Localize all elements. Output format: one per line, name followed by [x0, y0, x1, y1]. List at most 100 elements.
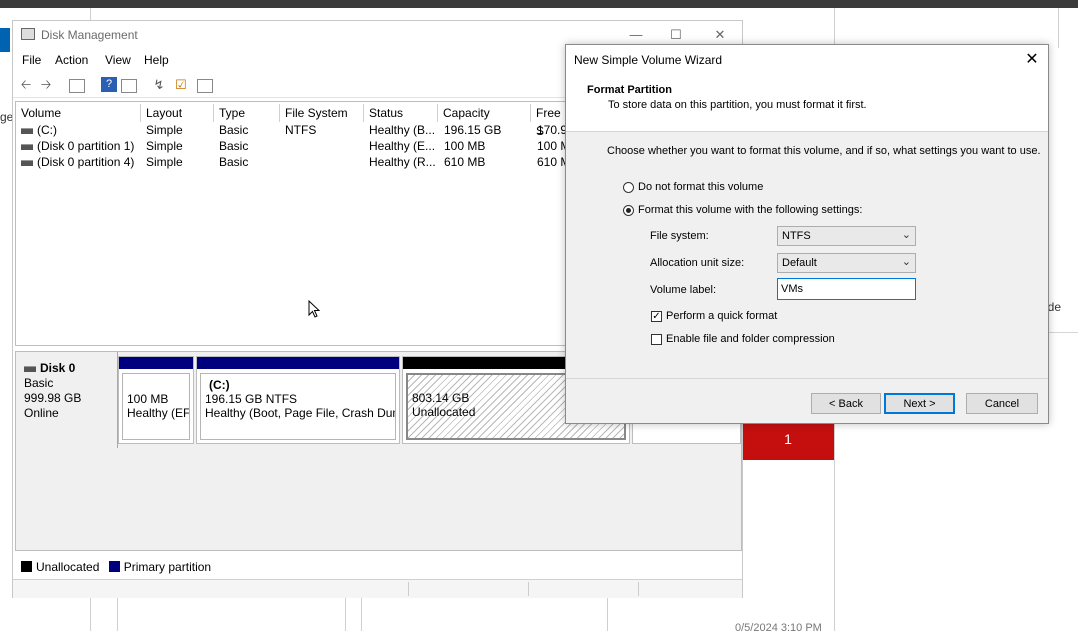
row-capacity: 100 MB	[444, 139, 486, 153]
primary-swatch	[108, 561, 120, 572]
menu-action[interactable]: Action	[55, 53, 88, 67]
grid-line	[345, 598, 346, 631]
disk-size: 999.98 GB	[24, 391, 82, 405]
console-tree-icon[interactable]	[69, 79, 85, 93]
row-type: Basic	[219, 123, 249, 137]
wizard-divider	[566, 378, 1048, 379]
legend: Unallocated Primary partition	[15, 557, 740, 575]
row-file-system: NTFS	[285, 123, 317, 137]
row-volume: (Disk 0 partition 1)	[37, 139, 135, 153]
help-icon[interactable]: ?	[101, 77, 117, 92]
disk-state: Online	[24, 406, 59, 420]
maximize-icon[interactable]: ☐	[661, 25, 691, 45]
grid-line	[607, 598, 608, 631]
wizard-page-subtitle: To store data on this partition, you mus…	[608, 99, 867, 111]
menu-view[interactable]: View	[105, 53, 131, 67]
drive-icon	[21, 143, 33, 150]
grid-line	[117, 598, 118, 631]
wizard-page-title: Format Partition	[587, 84, 672, 96]
disk-management-app-icon	[21, 28, 35, 40]
partition-bar	[119, 357, 193, 369]
grid-line	[90, 598, 91, 631]
file-system-select[interactable]: NTFS ⌄	[777, 226, 916, 246]
minimize-icon[interactable]: —	[621, 25, 651, 45]
file-system-value: NTFS	[782, 230, 811, 242]
quick-format-checkbox[interactable]: ✓	[651, 311, 662, 322]
partition-status: Healthy (Boot, Page File, Crash Dump	[205, 406, 396, 420]
wizard-instruction: Choose whether you want to format this v…	[607, 145, 1041, 157]
volume-label-label: Volume label:	[650, 284, 717, 296]
column-header-layout[interactable]: Layout	[141, 104, 214, 122]
background-date: 0/5/2024 3:10 PM	[735, 622, 822, 634]
column-header-volume[interactable]: Volume	[16, 104, 141, 122]
file-system-label: File system:	[650, 230, 709, 242]
legend-primary: Primary partition	[123, 560, 212, 574]
status-bar	[13, 579, 742, 598]
unallocated-swatch	[21, 561, 32, 572]
disk-type: Basic	[24, 376, 54, 390]
mouse-cursor-icon	[308, 300, 321, 318]
radio-no-format[interactable]	[623, 182, 634, 193]
compression-checkbox[interactable]	[651, 334, 662, 345]
row-volume: (C:)	[37, 123, 57, 137]
chevron-down-icon: ⌄	[901, 256, 911, 268]
radio-format-label[interactable]: Format this volume with the following se…	[638, 204, 862, 216]
grid-line	[90, 8, 91, 20]
settings-panel-icon[interactable]	[197, 79, 213, 93]
background-red-cell: 1	[742, 422, 834, 460]
window-title: Disk Management	[41, 28, 138, 42]
row-type: Basic	[219, 139, 249, 153]
partition-status: Healthy (EFI	[127, 406, 190, 420]
wizard-titlebar[interactable]: New Simple Volume Wizard ✕	[566, 45, 1048, 75]
column-header-status[interactable]: Status	[364, 104, 438, 122]
disk-0-label[interactable]: Disk 0 Basic 999.98 GB Online	[16, 352, 118, 448]
close-icon[interactable]: ✕	[705, 25, 735, 45]
row-free-space: 170.9	[537, 123, 567, 137]
allocation-unit-label: Allocation unit size:	[650, 257, 745, 269]
column-header-capacity[interactable]: Capacity	[438, 104, 531, 122]
checklist-icon[interactable]: ☑	[173, 77, 189, 92]
new-simple-volume-wizard: New Simple Volume Wizard ✕ Format Partit…	[565, 44, 1049, 424]
top-system-bar	[0, 0, 1078, 8]
partition-volume: (C:)	[209, 378, 230, 392]
legend-unallocated: Unallocated	[36, 560, 100, 574]
grid-line	[1058, 8, 1059, 48]
back-arrow-icon[interactable]: 🡠	[18, 77, 34, 92]
close-icon[interactable]: ✕	[1020, 49, 1044, 71]
chevron-down-icon: ⌄	[901, 229, 911, 241]
disk-icon	[24, 365, 36, 372]
cancel-button[interactable]: Cancel	[966, 393, 1038, 414]
column-header-type[interactable]: Type	[214, 104, 280, 122]
compression-label[interactable]: Enable file and folder compression	[666, 333, 835, 345]
row-layout: Simple	[146, 139, 183, 153]
row-status: Healthy (B...	[369, 123, 436, 137]
radio-no-format-label[interactable]: Do not format this volume	[638, 181, 763, 193]
drive-icon	[21, 159, 33, 166]
partition-c[interactable]: (C:) 196.15 GB NTFS Healthy (Boot, Page …	[196, 356, 400, 444]
partition-size: 100 MB	[127, 392, 169, 406]
wizard-title: New Simple Volume Wizard	[574, 53, 723, 67]
menu-file[interactable]: File	[22, 53, 41, 67]
radio-format[interactable]	[623, 205, 634, 216]
partition-efi[interactable]: 100 MB Healthy (EFI	[118, 356, 194, 444]
volume-label-input[interactable]	[777, 278, 916, 300]
row-free-space: 610 M	[537, 155, 567, 169]
properties-icon[interactable]	[121, 79, 137, 93]
quick-format-label[interactable]: Perform a quick format	[666, 310, 777, 322]
row-layout: Simple	[146, 123, 183, 137]
allocation-unit-select[interactable]: Default ⌄	[777, 253, 916, 273]
back-button[interactable]: < Back	[811, 393, 881, 414]
connect-icon[interactable]: ↯	[151, 77, 167, 92]
drive-icon	[21, 127, 33, 134]
menu-help[interactable]: Help	[144, 53, 169, 67]
row-capacity: 196.15 GB	[444, 123, 502, 137]
column-header-file-system[interactable]: File System	[280, 104, 364, 122]
next-button[interactable]: Next >	[884, 393, 955, 414]
forward-arrow-icon[interactable]: 🡢	[38, 77, 54, 92]
partition-bar	[197, 357, 399, 369]
row-status: Healthy (R...	[369, 155, 436, 169]
row-volume: (Disk 0 partition 4)	[37, 155, 135, 169]
background-accent	[0, 28, 10, 52]
grid-line	[361, 598, 362, 631]
row-layout: Simple	[146, 155, 183, 169]
